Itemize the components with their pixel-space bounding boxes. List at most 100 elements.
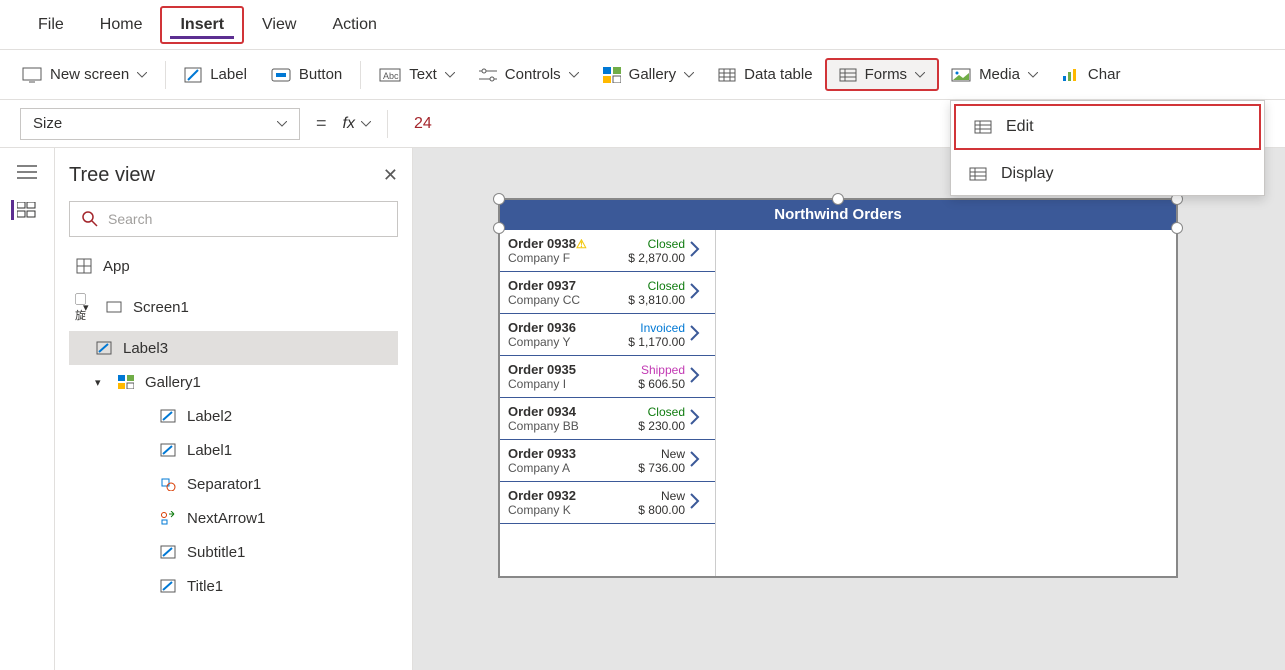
property-value: Size (33, 115, 62, 132)
chevron-right-icon[interactable] (689, 450, 707, 471)
tree-gallery1[interactable]: ▾ Gallery1 (69, 365, 398, 399)
gallery-button[interactable]: Gallery (591, 60, 707, 89)
new-screen-button[interactable]: New screen (10, 60, 159, 89)
order-number: Order 0934 (508, 404, 607, 419)
media-button[interactable]: Media (939, 60, 1050, 89)
chevron-right-icon[interactable] (689, 324, 707, 345)
datatable-btn-text: Data table (744, 66, 812, 83)
tree-view-rail-button[interactable] (11, 200, 37, 220)
chevron-down-icon (445, 72, 455, 78)
gallery-item[interactable]: Order 0932NewCompany K$ 800.00 (500, 482, 715, 524)
tree-nextarrow1-label: NextArrow1 (187, 510, 265, 527)
forms-btn-text: Forms (865, 66, 908, 83)
menu-view[interactable]: View (244, 8, 314, 42)
order-status: Closed (611, 237, 685, 251)
menu-file[interactable]: File (20, 8, 82, 42)
app-icon (75, 257, 93, 275)
order-status: Invoiced (611, 321, 685, 335)
order-number: Order 0933 (508, 446, 607, 461)
chevron-down-icon (361, 121, 371, 127)
button-button[interactable]: Button (259, 60, 354, 89)
workspace: Tree view ✕ Search App ▢旋▾ Screen1 Label… (0, 148, 1285, 670)
svg-text:Abc: Abc (383, 71, 399, 81)
controls-button[interactable]: Controls (467, 60, 591, 89)
tree-label3[interactable]: Label3 (69, 331, 398, 365)
tree-separator1[interactable]: Separator1 (69, 467, 398, 501)
chevron-down-icon (277, 121, 287, 127)
gallery-item[interactable]: Order 0935ShippedCompany I$ 606.50 (500, 356, 715, 398)
search-placeholder: Search (108, 211, 152, 227)
forms-edit-label: Edit (1006, 118, 1034, 136)
caret-down-icon: ▾ (83, 301, 95, 314)
chevron-right-icon[interactable] (689, 282, 707, 303)
canvas[interactable]: Northwind Orders Order 0938⚠ClosedCompan… (413, 148, 1285, 670)
gallery-item[interactable]: Order 0937ClosedCompany CC$ 3,810.00 (500, 272, 715, 314)
chevron-down-icon (1028, 72, 1038, 78)
gallery-item[interactable]: Order 0938⚠ClosedCompany F$ 2,870.00 (500, 230, 715, 272)
tree-separator1-label: Separator1 (187, 476, 261, 493)
menu-home[interactable]: Home (82, 8, 161, 42)
tree-gallery1-label: Gallery1 (145, 374, 201, 391)
new-screen-label: New screen (50, 66, 129, 83)
form-icon (839, 68, 857, 82)
forms-display-item[interactable]: Display (951, 153, 1264, 195)
gallery-item[interactable]: Order 0936InvoicedCompany Y$ 1,170.00 (500, 314, 715, 356)
tree-nextarrow1[interactable]: NextArrow1 (69, 501, 398, 535)
chevron-right-icon[interactable] (689, 366, 707, 387)
charts-button[interactable]: Char (1050, 60, 1133, 89)
text-button[interactable]: Abc Text (367, 60, 467, 89)
forms-edit-item[interactable]: Edit (954, 104, 1261, 150)
resize-handle[interactable] (493, 222, 505, 234)
screen-icon (105, 298, 123, 316)
order-status: New (611, 447, 685, 461)
tree-label1[interactable]: Label1 (69, 433, 398, 467)
tree-label2[interactable]: Label2 (69, 399, 398, 433)
forms-display-label: Display (1001, 165, 1053, 183)
fx-button[interactable]: fx (343, 115, 371, 133)
chevron-right-icon[interactable] (689, 240, 707, 261)
tree-label3-label: Label3 (123, 340, 168, 357)
app-frame[interactable]: Northwind Orders Order 0938⚠ClosedCompan… (498, 198, 1178, 578)
order-amount: $ 230.00 (611, 419, 685, 433)
tree-app[interactable]: App (69, 249, 398, 283)
label-icon (159, 441, 177, 459)
screen-icon (22, 67, 42, 83)
tree-screen1[interactable]: ▢旋▾ Screen1 (69, 283, 398, 331)
chevron-down-icon (569, 72, 579, 78)
gallery-item[interactable]: Order 0934ClosedCompany BB$ 230.00 (500, 398, 715, 440)
ribbon: New screen Label Button Abc Text Control… (0, 50, 1285, 100)
close-panel-button[interactable]: ✕ (383, 165, 398, 186)
label-icon (159, 407, 177, 425)
resize-handle[interactable] (1171, 222, 1183, 234)
gallery-btn-text: Gallery (629, 66, 677, 83)
menu-action[interactable]: Action (314, 8, 394, 42)
search-icon (82, 211, 98, 227)
gallery-icon (603, 67, 621, 83)
property-select[interactable]: Size (20, 108, 300, 140)
hamburger-button[interactable] (14, 162, 40, 182)
order-number: Order 0935 (508, 362, 607, 377)
order-status: New (611, 489, 685, 503)
gallery-item[interactable]: Order 0933NewCompany A$ 736.00 (500, 440, 715, 482)
left-rail (0, 148, 55, 670)
label-icon (159, 543, 177, 561)
resize-handle[interactable] (832, 193, 844, 205)
forms-button[interactable]: Forms (825, 58, 940, 91)
label-button[interactable]: Label (172, 60, 259, 89)
datatable-button[interactable]: Data table (706, 60, 824, 89)
text-icon: Abc (379, 68, 401, 82)
order-gallery[interactable]: Order 0938⚠ClosedCompany F$ 2,870.00Orde… (500, 230, 716, 576)
forms-dropdown: Edit Display (950, 100, 1265, 196)
resize-handle[interactable] (493, 193, 505, 205)
menu-insert[interactable]: Insert (160, 6, 244, 44)
chevron-down-icon (684, 72, 694, 78)
chevron-right-icon[interactable] (689, 492, 707, 513)
tree-subtitle1[interactable]: Subtitle1 (69, 535, 398, 569)
tree-view-title: Tree view (69, 164, 155, 187)
search-input[interactable]: Search (69, 201, 398, 237)
tree-title1[interactable]: Title1 (69, 569, 398, 603)
order-number: Order 0932 (508, 488, 607, 503)
separator (165, 61, 166, 89)
chevron-right-icon[interactable] (689, 408, 707, 429)
order-amount: $ 736.00 (611, 461, 685, 475)
